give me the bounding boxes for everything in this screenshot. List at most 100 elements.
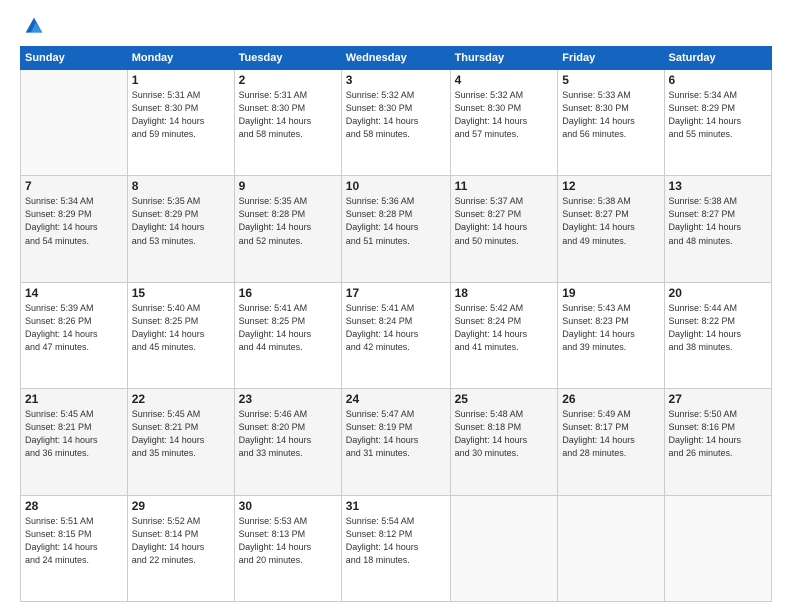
day-number: 19 [562,286,659,300]
day-info: Sunrise: 5:32 AM Sunset: 8:30 PM Dayligh… [346,89,446,141]
day-number: 27 [669,392,767,406]
weekday-header-saturday: Saturday [664,47,771,70]
calendar-cell: 12 Sunrise: 5:38 AM Sunset: 8:27 PM Dayli… [558,176,664,282]
calendar-cell: 9 Sunrise: 5:35 AM Sunset: 8:28 PM Daylig… [234,176,341,282]
calendar-cell: 22 Sunrise: 5:45 AM Sunset: 8:21 PM Dayli… [127,389,234,495]
calendar-cell: 3Sunrise: 5:32 AM Sunset: 8:30 PM Daylig… [341,70,450,176]
day-number: 7 [25,179,123,193]
day-info: Sunrise: 5:41 AM Sunset: 8:25 PM Dayligh… [239,302,337,354]
calendar-week-4: 21 Sunrise: 5:45 AM Sunset: 8:21 PM Dayli… [21,389,772,495]
day-number: 31 [346,499,446,513]
day-info: Sunrise: 5:52 AM Sunset: 8:14 PM Dayligh… [132,515,230,567]
day-info: Sunrise: 5:45 AM Sunset: 8:21 PM Dayligh… [132,408,230,460]
weekday-header-wednesday: Wednesday [341,47,450,70]
day-info: Sunrise: 5:43 AM Sunset: 8:23 PM Dayligh… [562,302,659,354]
weekday-header-row: SundayMondayTuesdayWednesdayThursdayFrid… [21,47,772,70]
calendar-week-2: 7 Sunrise: 5:34 AM Sunset: 8:29 PM Daylig… [21,176,772,282]
day-info: Sunrise: 5:54 AM Sunset: 8:12 PM Dayligh… [346,515,446,567]
day-info: Sunrise: 5:35 AM Sunset: 8:29 PM Dayligh… [132,195,230,247]
day-number: 25 [455,392,554,406]
day-info: Sunrise: 5:42 AM Sunset: 8:24 PM Dayligh… [455,302,554,354]
day-info: Sunrise: 5:51 AM Sunset: 8:15 PM Dayligh… [25,515,123,567]
calendar-cell: 28 Sunrise: 5:51 AM Sunset: 8:15 PM Dayli… [21,495,128,601]
day-number: 8 [132,179,230,193]
calendar-cell: 30 Sunrise: 5:53 AM Sunset: 8:13 PM Dayli… [234,495,341,601]
day-number: 15 [132,286,230,300]
day-number: 28 [25,499,123,513]
calendar-cell: 20 Sunrise: 5:44 AM Sunset: 8:22 PM Dayli… [664,282,771,388]
page: SundayMondayTuesdayWednesdayThursdayFrid… [0,0,792,612]
day-number: 20 [669,286,767,300]
calendar-cell: 8 Sunrise: 5:35 AM Sunset: 8:29 PM Daylig… [127,176,234,282]
weekday-header-thursday: Thursday [450,47,558,70]
weekday-header-monday: Monday [127,47,234,70]
calendar-cell: 29 Sunrise: 5:52 AM Sunset: 8:14 PM Dayli… [127,495,234,601]
calendar-cell: 19 Sunrise: 5:43 AM Sunset: 8:23 PM Dayli… [558,282,664,388]
calendar-cell: 2 Sunrise: 5:31 AM Sunset: 8:30 PM Daylig… [234,70,341,176]
calendar-cell: 1 Sunrise: 5:31 AM Sunset: 8:30 PM Daylig… [127,70,234,176]
calendar-cell: 4Sunrise: 5:32 AM Sunset: 8:30 PM Daylig… [450,70,558,176]
calendar-cell: 15 Sunrise: 5:40 AM Sunset: 8:25 PM Dayli… [127,282,234,388]
calendar-cell: 13Sunrise: 5:38 AM Sunset: 8:27 PM Dayli… [664,176,771,282]
day-info: Sunrise: 5:50 AM Sunset: 8:16 PM Dayligh… [669,408,767,460]
day-info: Sunrise: 5:36 AM Sunset: 8:28 PM Dayligh… [346,195,446,247]
calendar-week-3: 14 Sunrise: 5:39 AM Sunset: 8:26 PM Dayli… [21,282,772,388]
day-number: 11 [455,179,554,193]
day-info: Sunrise: 5:44 AM Sunset: 8:22 PM Dayligh… [669,302,767,354]
day-number: 24 [346,392,446,406]
calendar-cell: 21 Sunrise: 5:45 AM Sunset: 8:21 PM Dayli… [21,389,128,495]
day-info: Sunrise: 5:41 AM Sunset: 8:24 PM Dayligh… [346,302,446,354]
calendar-cell: 18 Sunrise: 5:42 AM Sunset: 8:24 PM Dayli… [450,282,558,388]
calendar-cell: 5Sunrise: 5:33 AM Sunset: 8:30 PM Daylig… [558,70,664,176]
day-info: Sunrise: 5:47 AM Sunset: 8:19 PM Dayligh… [346,408,446,460]
day-info: Sunrise: 5:32 AM Sunset: 8:30 PM Dayligh… [455,89,554,141]
calendar-cell [21,70,128,176]
day-number: 21 [25,392,123,406]
day-number: 12 [562,179,659,193]
day-info: Sunrise: 5:40 AM Sunset: 8:25 PM Dayligh… [132,302,230,354]
day-info: Sunrise: 5:38 AM Sunset: 8:27 PM Dayligh… [669,195,767,247]
calendar-cell [450,495,558,601]
weekday-header-friday: Friday [558,47,664,70]
weekday-header-tuesday: Tuesday [234,47,341,70]
day-info: Sunrise: 5:38 AM Sunset: 8:27 PM Dayligh… [562,195,659,247]
day-info: Sunrise: 5:34 AM Sunset: 8:29 PM Dayligh… [25,195,123,247]
day-number: 22 [132,392,230,406]
day-number: 16 [239,286,337,300]
day-info: Sunrise: 5:39 AM Sunset: 8:26 PM Dayligh… [25,302,123,354]
calendar-cell: 17 Sunrise: 5:41 AM Sunset: 8:24 PM Dayli… [341,282,450,388]
logo-icon [24,16,44,36]
day-number: 29 [132,499,230,513]
day-info: Sunrise: 5:49 AM Sunset: 8:17 PM Dayligh… [562,408,659,460]
day-number: 2 [239,73,337,87]
header [20,16,772,36]
day-info: Sunrise: 5:31 AM Sunset: 8:30 PM Dayligh… [132,89,230,141]
day-number: 17 [346,286,446,300]
day-info: Sunrise: 5:45 AM Sunset: 8:21 PM Dayligh… [25,408,123,460]
day-number: 30 [239,499,337,513]
day-info: Sunrise: 5:35 AM Sunset: 8:28 PM Dayligh… [239,195,337,247]
calendar-cell: 16 Sunrise: 5:41 AM Sunset: 8:25 PM Dayli… [234,282,341,388]
calendar-cell [664,495,771,601]
day-number: 18 [455,286,554,300]
calendar-cell: 24 Sunrise: 5:47 AM Sunset: 8:19 PM Dayli… [341,389,450,495]
day-info: Sunrise: 5:31 AM Sunset: 8:30 PM Dayligh… [239,89,337,141]
calendar-cell: 10Sunrise: 5:36 AM Sunset: 8:28 PM Dayli… [341,176,450,282]
day-number: 26 [562,392,659,406]
day-number: 23 [239,392,337,406]
day-number: 6 [669,73,767,87]
logo [20,16,44,36]
calendar-cell: 23Sunrise: 5:46 AM Sunset: 8:20 PM Dayli… [234,389,341,495]
day-info: Sunrise: 5:48 AM Sunset: 8:18 PM Dayligh… [455,408,554,460]
day-info: Sunrise: 5:34 AM Sunset: 8:29 PM Dayligh… [669,89,767,141]
weekday-header-sunday: Sunday [21,47,128,70]
calendar-cell: 31 Sunrise: 5:54 AM Sunset: 8:12 PM Dayli… [341,495,450,601]
day-number: 14 [25,286,123,300]
day-number: 9 [239,179,337,193]
calendar-cell: 11Sunrise: 5:37 AM Sunset: 8:27 PM Dayli… [450,176,558,282]
day-info: Sunrise: 5:33 AM Sunset: 8:30 PM Dayligh… [562,89,659,141]
calendar-cell: 25 Sunrise: 5:48 AM Sunset: 8:18 PM Dayli… [450,389,558,495]
calendar-table: SundayMondayTuesdayWednesdayThursdayFrid… [20,46,772,602]
day-number: 1 [132,73,230,87]
day-info: Sunrise: 5:53 AM Sunset: 8:13 PM Dayligh… [239,515,337,567]
